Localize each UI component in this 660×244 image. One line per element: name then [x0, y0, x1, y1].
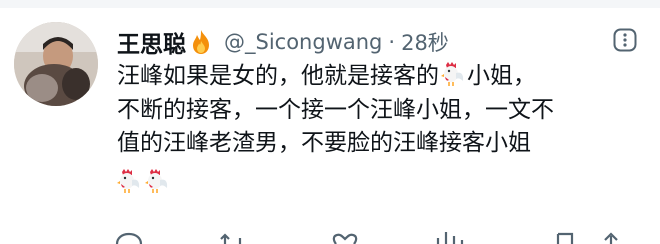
- top-divider: [0, 0, 660, 8]
- tweet-line-3: 值的汪峰老渣男，不要脸的汪峰接客小姐: [117, 130, 531, 156]
- more-options-icon[interactable]: [613, 28, 637, 52]
- author-handle[interactable]: @_Sicongwang: [224, 30, 382, 54]
- action-bar: [0, 226, 660, 244]
- author-name[interactable]: 王思聪: [117, 25, 186, 59]
- tweet[interactable]: 王思聪 @_Sicongwang · 28秒 汪峰如果是女的，他就是接客的 小姐，…: [0, 0, 660, 244]
- tweet-line-1: 汪峰如果是女的，他就是接客的 小姐，: [117, 60, 647, 94]
- emoji-row: [117, 161, 647, 200]
- rooster-icon: [145, 168, 169, 194]
- timestamp[interactable]: 28秒: [401, 27, 449, 57]
- tweet-line-2: 不断的接客，一个接一个汪峰小姐，一文不: [117, 96, 554, 123]
- rooster-icon: [117, 168, 141, 194]
- tweet-text: 汪峰如果是女的，他就是接客的 小姐， 不断的接客，一个接一个汪峰小姐，一文不 值的…: [117, 60, 647, 200]
- separator-dot: ·: [388, 30, 396, 54]
- tweet-header: 王思聪 @_Sicongwang · 28秒: [117, 25, 449, 59]
- fire-icon: [190, 29, 212, 55]
- tweet-line-1-start: 汪峰如果是女的，他就是接客的: [117, 63, 439, 89]
- tweet-line-1-end: 小姐，: [467, 63, 536, 89]
- avatar[interactable]: [14, 22, 98, 106]
- rooster-icon: [441, 61, 465, 87]
